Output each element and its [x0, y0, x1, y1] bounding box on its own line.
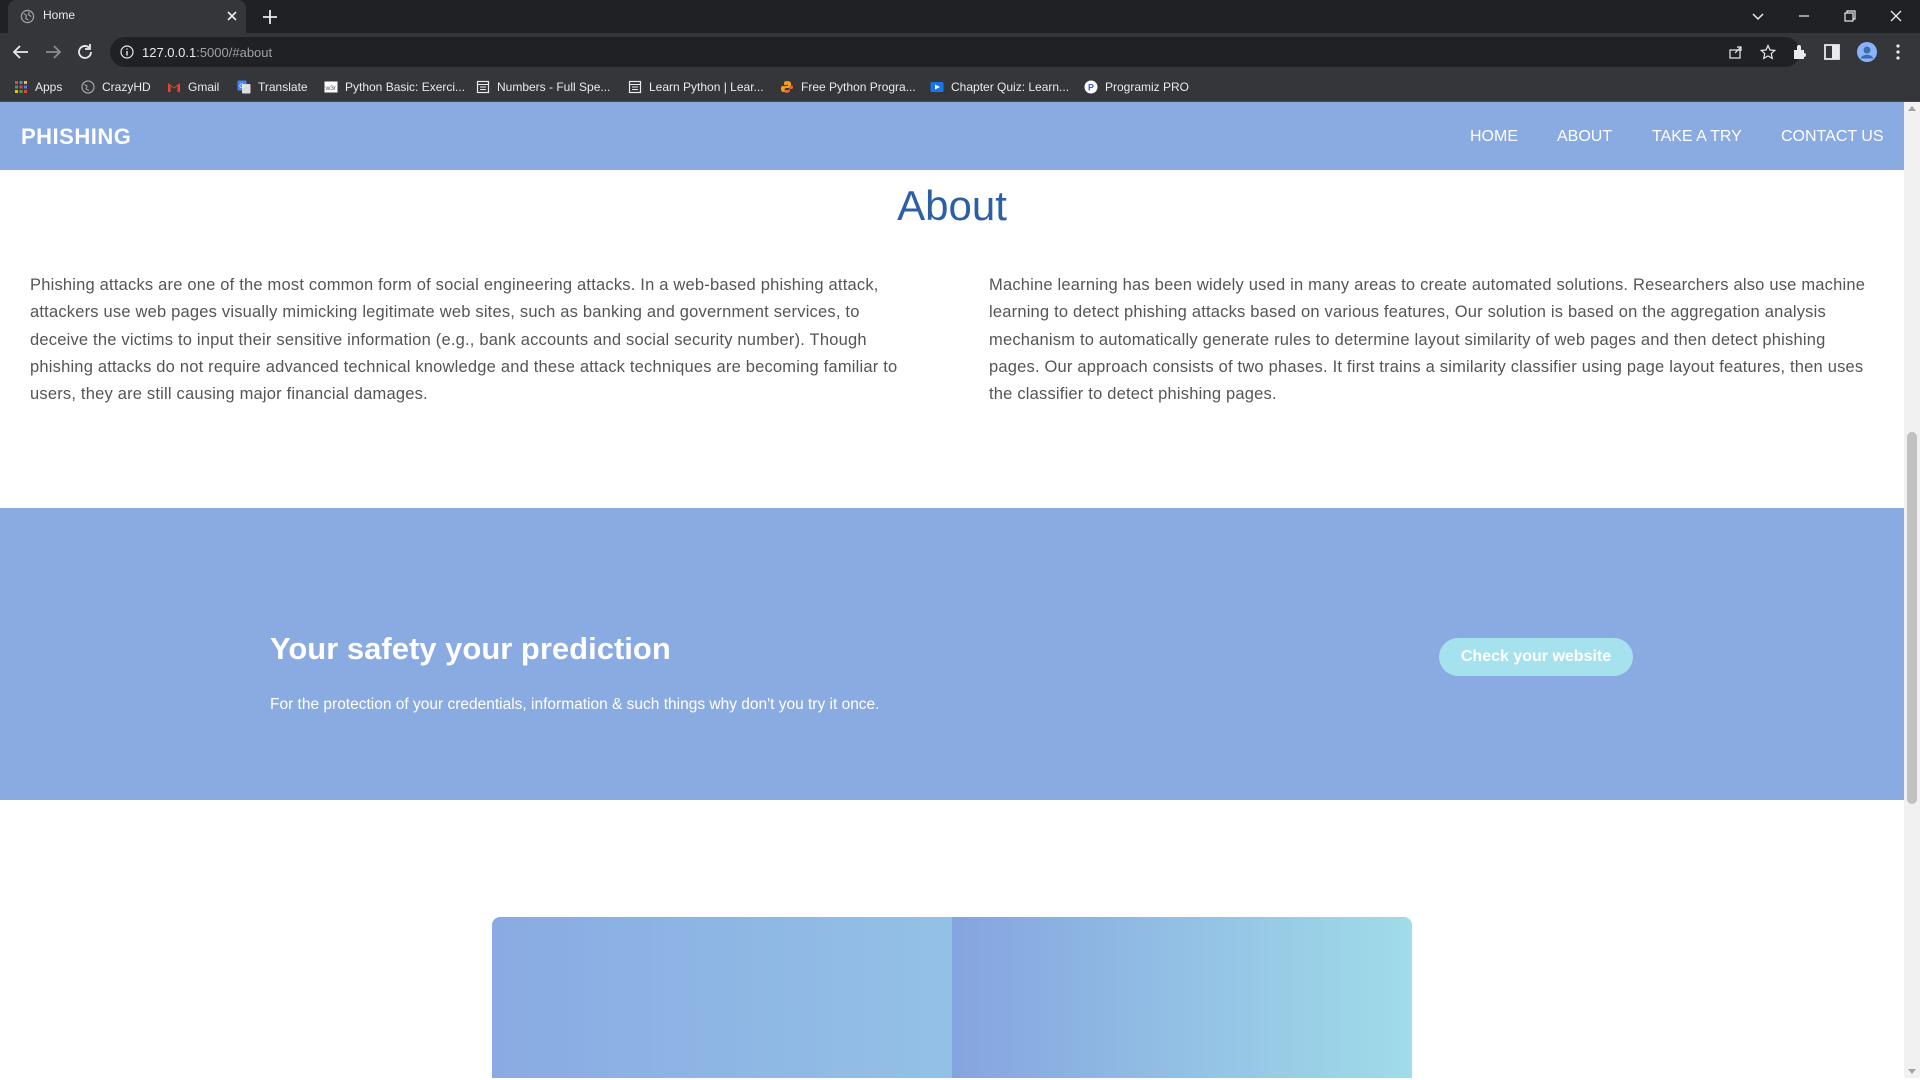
nav-link-contact-us[interactable]: CONTACT US	[1781, 128, 1884, 146]
profile-avatar-icon[interactable]	[1856, 41, 1878, 63]
page-scrollbar[interactable]	[1904, 102, 1920, 1078]
browser-tabstrip: Home	[0, 0, 1920, 33]
cta-heading: Your safety your prediction	[270, 631, 671, 666]
reload-icon[interactable]	[74, 41, 96, 63]
bookmark-label: CrazyHD	[102, 80, 151, 94]
site-info-icon[interactable]	[120, 45, 134, 59]
feature-card	[492, 917, 1412, 1078]
svg-text:P: P	[1088, 83, 1094, 93]
translate-icon: G	[237, 80, 251, 94]
gmail-icon	[168, 83, 180, 92]
browser-tab[interactable]: Home	[8, 0, 246, 33]
restore-icon[interactable]	[1838, 4, 1862, 28]
bookmark-programiz[interactable]: P Programiz PRO	[1084, 78, 1189, 96]
bookmark-chapter-quiz[interactable]: Chapter Quiz: Learn...	[930, 78, 1069, 96]
minimize-icon[interactable]	[1792, 4, 1816, 28]
share-icon[interactable]	[1728, 44, 1744, 60]
feature-card-right-panel	[952, 917, 1412, 1078]
nav-link-home[interactable]: HOME	[1470, 128, 1518, 146]
about-text-right: Machine learning has been widely used in…	[989, 276, 1866, 404]
nav-link-about[interactable]: ABOUT	[1557, 128, 1612, 146]
bookmark-crazyhd[interactable]: CrazyHD	[81, 78, 151, 96]
about-title: About	[897, 182, 1007, 229]
bookmark-label: Translate	[258, 80, 308, 94]
play-icon	[930, 82, 944, 92]
menu-kebab-icon[interactable]	[1888, 42, 1908, 62]
address-bar[interactable]: 127.0.0.1:5000/#about	[110, 37, 1800, 67]
page-icon	[476, 80, 490, 94]
bookmark-translate[interactable]: G Translate	[237, 78, 308, 96]
bookmark-label: Apps	[35, 80, 63, 94]
bookmark-label: Free Python Progra...	[801, 80, 916, 94]
bookmark-label: Python Basic: Exerci...	[345, 80, 466, 94]
side-panel-icon[interactable]	[1822, 42, 1842, 62]
svg-text:G: G	[239, 84, 244, 90]
browser-toolbar: 127.0.0.1:5000/#about	[0, 33, 1920, 71]
scroll-down-arrow-icon[interactable]	[1908, 1069, 1916, 1074]
extensions-icon[interactable]	[1790, 42, 1810, 62]
bookmark-apps[interactable]: Apps	[14, 78, 62, 96]
bookmark-python-basic[interactable]: w3r Python Basic: Exerci...	[324, 78, 465, 96]
globe-icon	[81, 80, 95, 94]
scroll-up-arrow-icon[interactable]	[1908, 106, 1916, 111]
cta-section: Your safety your prediction For the prot…	[0, 508, 1904, 800]
w3resource-icon: w3r	[324, 81, 338, 93]
svg-text:w3r: w3r	[325, 85, 337, 92]
globe-icon	[20, 9, 35, 24]
close-tab-icon[interactable]	[223, 7, 241, 25]
url-host: 127.0.0.1	[142, 45, 197, 60]
programiz-icon: P	[1084, 80, 1098, 94]
site-navbar: PHISHING HOME ABOUT TAKE A TRY CONTACT U…	[0, 102, 1904, 170]
site-brand[interactable]: PHISHING	[21, 124, 131, 150]
bookmark-label: Chapter Quiz: Learn...	[951, 80, 1070, 94]
cta-text: For the protection of your credentials, …	[270, 696, 880, 713]
back-arrow-icon[interactable]	[10, 41, 32, 63]
close-window-icon[interactable]	[1884, 4, 1908, 28]
bookmark-label: Programiz PRO	[1105, 80, 1190, 94]
bookmark-gmail[interactable]: Gmail	[167, 78, 219, 96]
check-website-button[interactable]: Check your website	[1439, 638, 1633, 676]
tab-search-chevron-icon[interactable]	[1746, 4, 1770, 28]
bookmark-star-icon[interactable]	[1760, 44, 1776, 60]
feature-card-left-panel	[492, 917, 952, 1078]
page-icon	[628, 80, 642, 94]
bookmark-learn-python[interactable]: Learn Python | Lear...	[628, 78, 764, 96]
python-icon	[781, 81, 793, 93]
page-viewport: PHISHING HOME ABOUT TAKE A TRY CONTACT U…	[0, 102, 1904, 1078]
bookmarks-bar: Apps CrazyHD Gmail G Translate w3r Pytho…	[0, 71, 1920, 102]
scrollbar-thumb[interactable]	[1907, 432, 1917, 804]
forward-arrow-icon[interactable]	[42, 41, 64, 63]
bookmark-numbers[interactable]: Numbers - Full Spe...	[476, 78, 610, 96]
bookmark-label: Numbers - Full Spe...	[497, 80, 611, 94]
tab-title: Home	[43, 8, 76, 22]
bookmark-free-python[interactable]: Free Python Progra...	[780, 78, 916, 96]
apps-grid-icon	[15, 81, 27, 93]
bookmark-label: Gmail	[188, 80, 220, 94]
bookmark-label: Learn Python | Lear...	[649, 80, 764, 94]
url-path: :5000/#about	[196, 45, 273, 60]
about-text-left: Phishing attacks are one of the most com…	[30, 276, 898, 404]
new-tab-icon[interactable]	[260, 7, 280, 27]
url-text: 127.0.0.1:5000/#about	[142, 45, 272, 60]
nav-link-take-a-try[interactable]: TAKE A TRY	[1652, 128, 1742, 146]
